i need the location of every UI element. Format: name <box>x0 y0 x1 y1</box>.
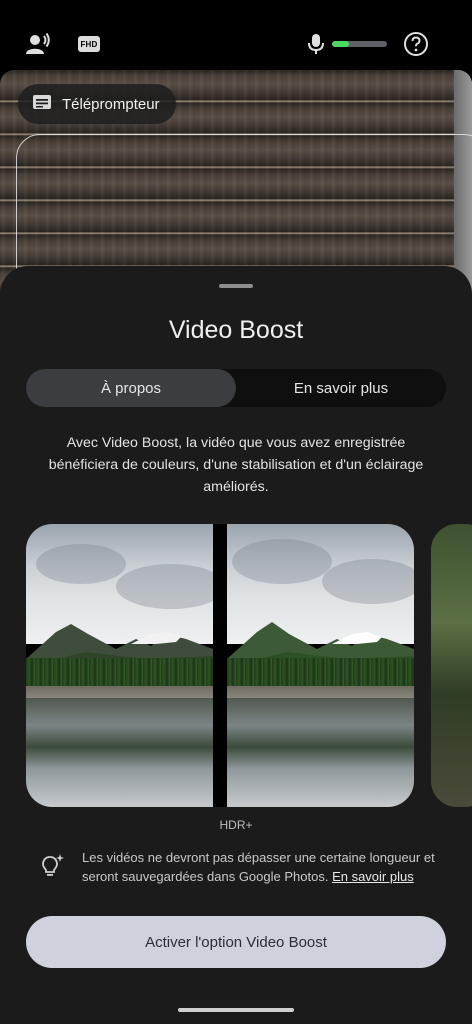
tab-learn-more[interactable]: En savoir plus <box>236 369 446 407</box>
microphone-icon[interactable] <box>300 28 332 60</box>
description-text: Avec Video Boost, la vidéo que vous avez… <box>48 435 424 495</box>
comparison-card[interactable] <box>26 524 414 807</box>
video-boost-sheet: Video Boost À propos En savoir plus Avec… <box>0 266 472 1024</box>
next-card-preview[interactable] <box>431 524 472 807</box>
subtitles-icon <box>32 94 52 114</box>
tip-text: Les vidéos ne devront pas dépasser une c… <box>82 848 442 886</box>
learn-more-link[interactable]: En savoir plus <box>332 869 414 884</box>
help-icon[interactable] <box>400 28 432 60</box>
lightbulb-sparkle-icon <box>38 852 66 880</box>
audio-level-meter <box>332 41 387 47</box>
teleprompter-label: Téléprompteur <box>62 95 160 113</box>
tab-switcher: À propos En savoir plus <box>26 369 446 407</box>
split-divider <box>213 524 227 807</box>
drag-handle[interactable] <box>219 284 253 288</box>
teleprompter-button[interactable]: Téléprompteur <box>18 84 176 124</box>
fhd-icon[interactable]: FHD <box>78 36 100 52</box>
enable-video-boost-button[interactable]: Activer l'option Video Boost <box>26 916 446 968</box>
voice-caption-icon[interactable] <box>22 28 54 60</box>
after-image <box>227 524 414 807</box>
top-bar: FHD <box>0 0 472 70</box>
audio-level-fill <box>332 41 349 47</box>
sheet-title: Video Boost <box>168 316 304 344</box>
tab-about[interactable]: À propos <box>26 369 236 407</box>
carousel-caption: HDR+ <box>219 818 253 832</box>
home-indicator[interactable] <box>178 1008 294 1012</box>
before-image <box>26 524 213 807</box>
